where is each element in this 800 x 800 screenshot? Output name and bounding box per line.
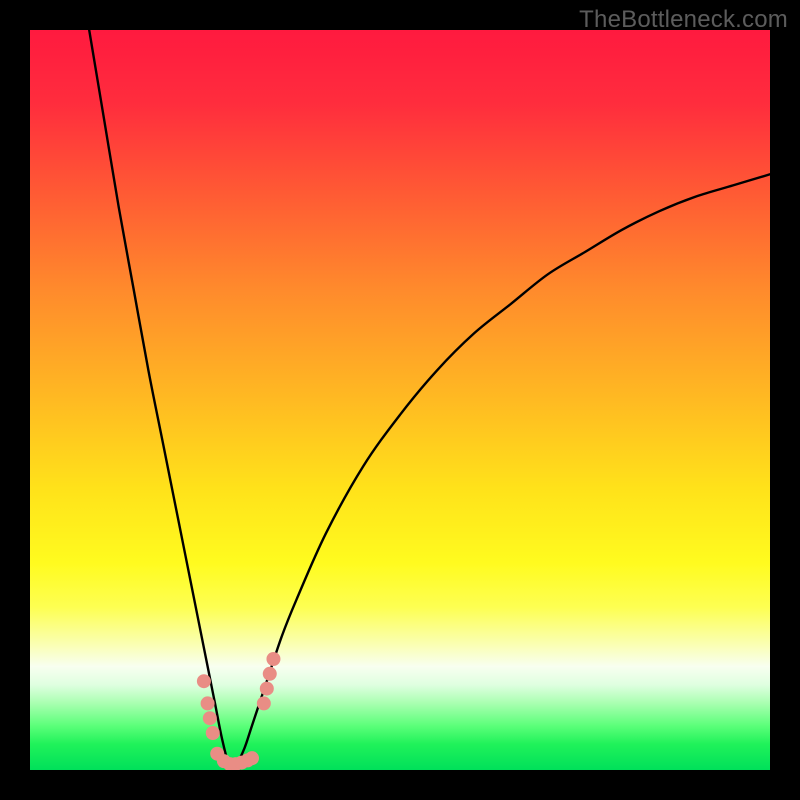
marker-dot (245, 751, 259, 765)
marker-dot (266, 652, 280, 666)
marker-dot (201, 696, 215, 710)
marker-dot (197, 674, 211, 688)
marker-dot (263, 667, 277, 681)
plot-area (30, 30, 770, 770)
watermark-text: TheBottleneck.com (579, 6, 788, 34)
marker-dot (260, 682, 274, 696)
marker-dot (203, 711, 217, 725)
chart-frame: TheBottleneck.com (0, 0, 800, 800)
plot-svg (30, 30, 770, 770)
gradient-background (30, 30, 770, 770)
marker-dot (206, 726, 220, 740)
marker-dot (257, 696, 271, 710)
